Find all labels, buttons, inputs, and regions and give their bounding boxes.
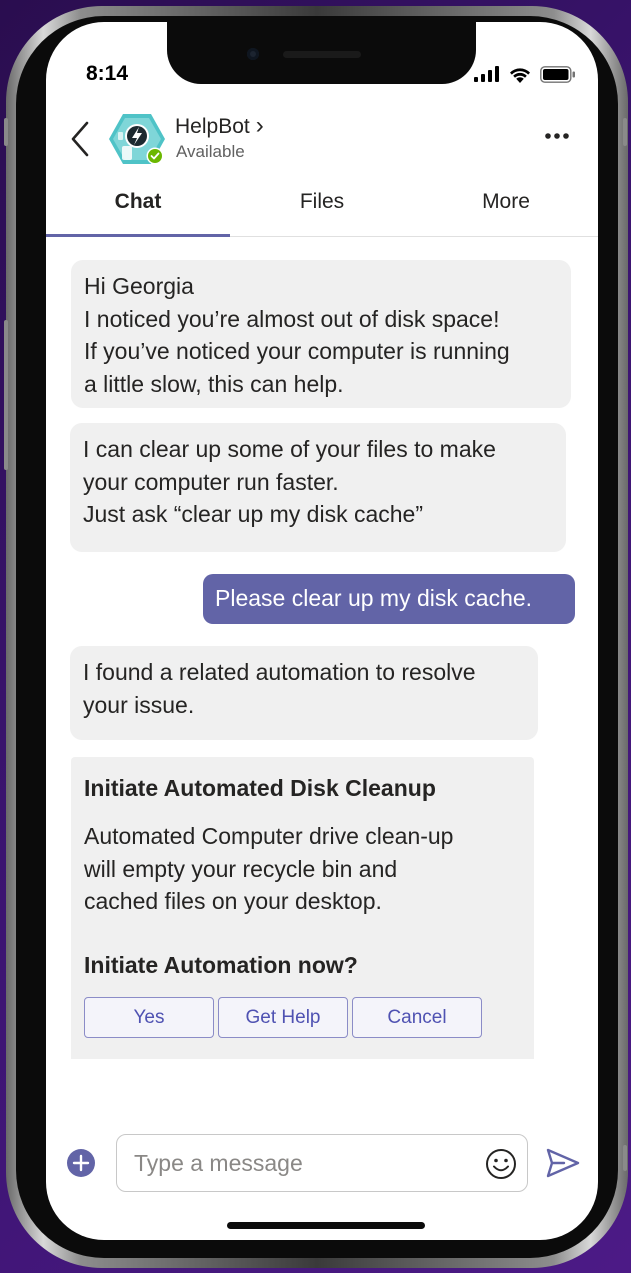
side-button-right-2 (623, 1145, 627, 1171)
wifi-icon (510, 67, 530, 83)
notch (167, 22, 476, 84)
back-arrow-icon[interactable] (68, 120, 94, 158)
user-message: Please clear up my disk cache. (203, 574, 575, 624)
bot-message: I can clear up some of your files to mak… (70, 423, 566, 552)
tab-bar: Chat Files More (46, 182, 598, 237)
compose-bar: Type a message (46, 1130, 598, 1194)
send-icon[interactable] (546, 1148, 580, 1178)
adaptive-card: Initiate Automated Disk Cleanup Automate… (71, 757, 534, 1059)
chevron-right-icon: › (255, 112, 264, 139)
cellular-signal-icon (474, 66, 499, 82)
message-input-placeholder: Type a message (134, 1150, 303, 1176)
status-time: 8:14 (86, 62, 129, 85)
emoji-icon[interactable] (485, 1148, 517, 1180)
bot-message: I found a related automation to resolve … (70, 646, 538, 740)
tab-more[interactable]: More (414, 182, 598, 236)
chat-header: HelpBot › Available (46, 102, 598, 172)
earpiece-speaker (283, 51, 361, 58)
get-help-button[interactable]: Get Help (218, 997, 348, 1038)
tab-files[interactable]: Files (230, 182, 414, 236)
bot-avatar[interactable] (108, 112, 166, 166)
side-button-right-1 (623, 118, 627, 146)
card-title: Initiate Automated Disk Cleanup (84, 775, 436, 801)
available-status-dot (148, 149, 162, 163)
yes-button[interactable]: Yes (84, 997, 214, 1038)
bot-message: Hi Georgia I noticed you’re almost out o… (71, 260, 571, 408)
bot-name-text: HelpBot (175, 115, 250, 138)
battery-icon (540, 65, 575, 83)
side-button-left-1 (4, 118, 8, 146)
card-body: Automated Computer drive clean-up will e… (84, 823, 454, 914)
card-question: Initiate Automation now? (84, 951, 358, 978)
add-icon[interactable] (66, 1148, 96, 1178)
bot-name[interactable]: HelpBot › (175, 112, 264, 140)
tab-chat[interactable]: Chat (46, 182, 230, 236)
bot-presence-status: Available (176, 142, 245, 161)
status-icons (474, 65, 576, 83)
phone-screen: 8:14 HelpBot › Available Chat Files More… (46, 22, 598, 1240)
card-actions: Yes Get Help Cancel (84, 997, 482, 1038)
home-indicator[interactable] (227, 1222, 425, 1229)
front-camera (247, 48, 259, 60)
cancel-button[interactable]: Cancel (352, 997, 482, 1038)
active-tab-indicator (46, 234, 230, 237)
side-button-left-2 (4, 320, 8, 470)
message-input[interactable]: Type a message (116, 1134, 528, 1192)
more-options-icon[interactable] (544, 132, 570, 140)
